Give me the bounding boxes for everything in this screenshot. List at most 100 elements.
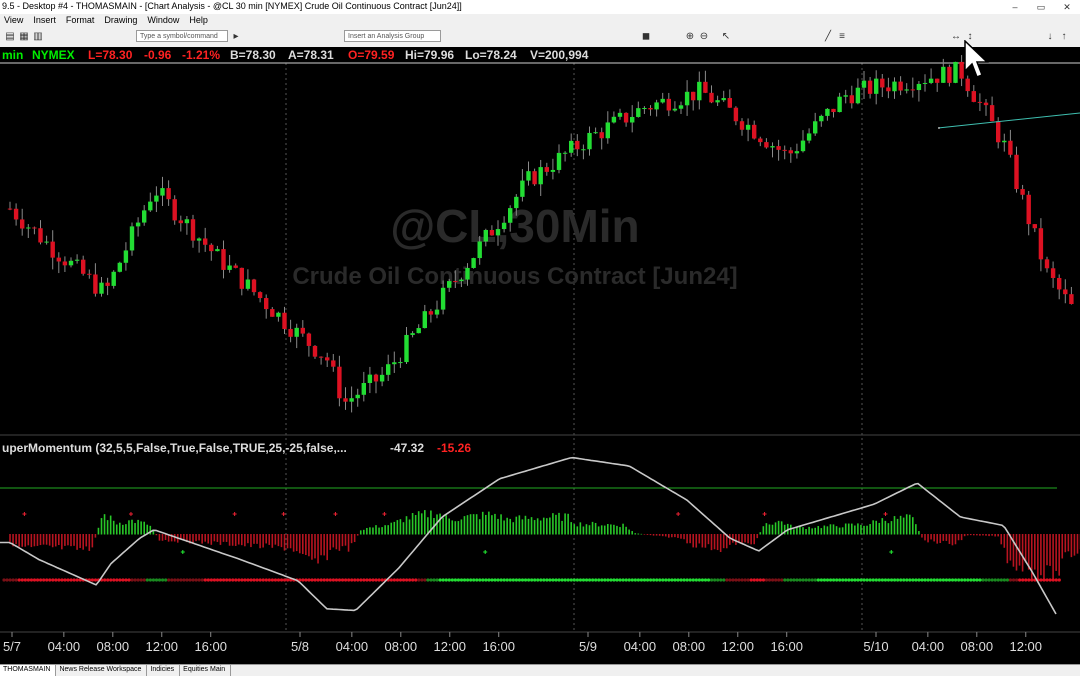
momentum-dot [847, 578, 851, 582]
momentum-dot [960, 578, 964, 582]
watermark-description: Crude Oil Continuous Contract [Jun24] [292, 263, 737, 290]
momentum-dot [792, 578, 796, 582]
quote-high: Hi=79.96 [405, 48, 454, 62]
zoom-in-icon[interactable]: ⊕ [684, 31, 696, 43]
workspace-tab-bar: THOMASMAIN News Release Workspace Indici… [0, 664, 1080, 676]
go-arrow-icon[interactable]: ▸ [230, 31, 242, 43]
momentum-dot [886, 578, 891, 582]
candle [587, 132, 592, 150]
candle [13, 208, 19, 220]
pointer-icon[interactable]: ↖ [720, 31, 732, 43]
candle [453, 281, 458, 283]
momentum-dot [136, 578, 140, 582]
momentum-dot [212, 578, 217, 582]
menu-help[interactable]: Help [185, 14, 214, 27]
window-title: 9.5 - Desktop #4 - THOMASMAIN - [Chart A… [2, 1, 462, 11]
symbol-input[interactable]: Type a symbol/command [136, 30, 228, 42]
candle [318, 356, 324, 358]
tab-thomasmain[interactable]: THOMASMAIN [0, 665, 57, 676]
momentum-dot [764, 578, 769, 582]
momentum-dot [5, 578, 9, 582]
candle [636, 108, 641, 117]
momentum-dot [142, 578, 146, 582]
close-button[interactable]: ✕ [1054, 0, 1080, 14]
candle [416, 328, 421, 334]
momentum-dot [615, 578, 619, 582]
time-axis-label: 04:00 [912, 639, 945, 654]
chart-panel[interactable]: min NYMEX L=78.30 -0.96 -1.21% B=78.30 A… [0, 47, 1080, 664]
menu-view[interactable]: View [0, 14, 29, 27]
candle [941, 66, 946, 83]
momentum-dot [225, 578, 229, 582]
indicator-value2: -15.26 [437, 441, 471, 455]
momentum-dot [679, 578, 683, 582]
menu-format[interactable]: Format [62, 14, 101, 27]
candle [721, 98, 726, 101]
momentum-dot [780, 578, 784, 582]
momentum-dot [374, 578, 378, 582]
momentum-dot [752, 578, 756, 582]
menu-window[interactable]: Window [143, 14, 185, 27]
candle [965, 78, 970, 92]
candle [26, 227, 31, 229]
momentum-dot [572, 578, 576, 582]
menu-insert[interactable]: Insert [29, 14, 62, 27]
grid-icon[interactable]: ▥ [32, 31, 44, 43]
quote-last: L=78.30 [88, 48, 133, 62]
momentum-dot [899, 578, 903, 582]
momentum-dot [261, 578, 265, 582]
time-axis-label: 08:00 [673, 639, 706, 654]
candle [489, 229, 495, 236]
candle [935, 78, 940, 83]
tab-equities-main[interactable]: Equities Main [180, 665, 232, 676]
tab-indicies[interactable]: Indicies [147, 665, 181, 676]
menu-drawing[interactable]: Drawing [100, 14, 143, 27]
candle [617, 112, 623, 117]
momentum-dot [478, 578, 482, 582]
tab-news-release[interactable]: News Release Workspace [56, 665, 148, 676]
momentum-dot [578, 578, 583, 582]
horizontal-arrow-icon[interactable]: ↔ [950, 31, 962, 43]
zoom-out-icon[interactable]: ⊖ [698, 31, 710, 43]
candle [947, 66, 952, 83]
candle [68, 260, 74, 266]
momentum-dot [771, 578, 775, 582]
arrow-up-icon[interactable]: ↑ [1058, 31, 1070, 43]
momentum-dot [908, 578, 912, 582]
time-axis-label: 04:00 [624, 639, 657, 654]
candle [477, 241, 482, 259]
momentum-dot [798, 578, 802, 582]
candle [501, 222, 507, 230]
momentum-dot [121, 578, 125, 582]
momentum-dot [1005, 578, 1010, 582]
momentum-dot [484, 578, 488, 582]
momentum-dot [499, 578, 503, 582]
momentum-dot [889, 578, 894, 582]
arrow-down-icon[interactable]: ↓ [1044, 31, 1056, 43]
open-icon[interactable]: ▦ [18, 31, 30, 43]
hline-icon[interactable]: ≡ [836, 31, 848, 43]
analysis-group-input[interactable]: Insert an Analysis Group [344, 30, 441, 42]
momentum-dot [999, 578, 1003, 582]
color-picker-icon[interactable]: ◼ [640, 31, 652, 43]
momentum-dot [612, 578, 616, 582]
momentum-dot [947, 578, 952, 582]
minimize-button[interactable]: – [1002, 0, 1028, 14]
candle [160, 188, 165, 196]
momentum-dot [51, 578, 55, 582]
new-window-icon[interactable]: ▤ [4, 31, 16, 43]
momentum-dot [493, 578, 497, 582]
trendline-icon[interactable]: ╱ [822, 31, 834, 43]
momentum-dot [929, 578, 933, 582]
momentum-dot [566, 578, 570, 582]
candle [880, 78, 885, 88]
momentum-dot [996, 578, 1000, 582]
candle [562, 152, 568, 154]
momentum-dot [222, 578, 226, 582]
maximize-button[interactable]: ▭ [1028, 0, 1054, 14]
candle [770, 146, 775, 148]
momentum-dot [902, 578, 906, 582]
momentum-dot [252, 578, 256, 582]
momentum-dot [334, 578, 339, 582]
momentum-dot [1054, 578, 1058, 582]
